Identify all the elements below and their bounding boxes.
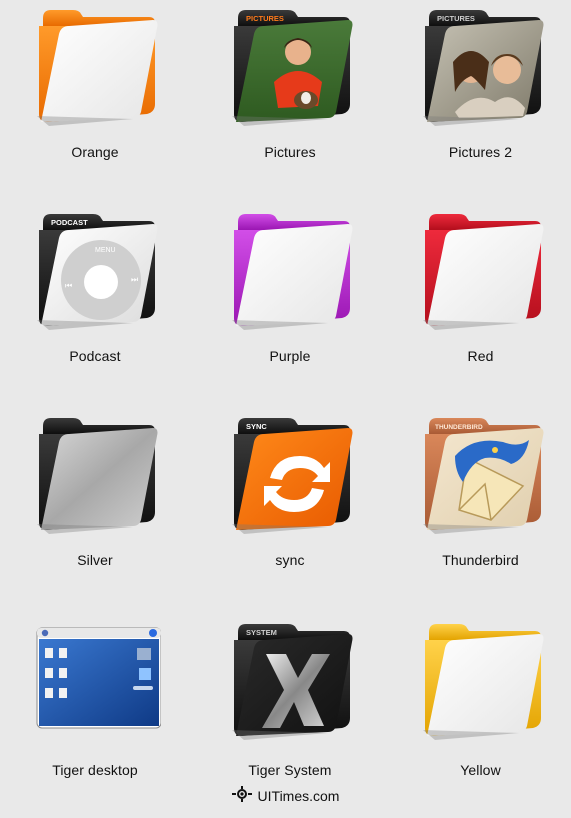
watermark-text: UITimes.com bbox=[257, 788, 340, 804]
icon-purple[interactable]: Purple bbox=[190, 204, 390, 408]
folder-tiger-system-icon: SYSTEM bbox=[224, 618, 356, 744]
svg-text:PICTURES: PICTURES bbox=[437, 14, 475, 23]
tiger-desktop-icon bbox=[29, 618, 161, 744]
icon-label: Tiger desktop bbox=[52, 762, 138, 778]
icon-label: Pictures 2 bbox=[448, 144, 513, 160]
folder-sync-icon: SYNC bbox=[224, 412, 356, 538]
icon-sync[interactable]: SYNC sync bbox=[190, 408, 390, 612]
icon-label: Yellow bbox=[460, 762, 501, 778]
svg-text:PODCAST: PODCAST bbox=[51, 218, 88, 227]
icon-pictures-2[interactable]: PICTURES Pictures 2 bbox=[390, 0, 571, 204]
icon-label: Thunderbird bbox=[442, 552, 519, 568]
icon-thunderbird[interactable]: THUNDERBIRD Thunderbird bbox=[390, 408, 571, 612]
icon-label: Silver bbox=[77, 552, 113, 568]
icon-yellow[interactable]: Yellow bbox=[390, 612, 571, 794]
svg-text:THUNDERBIRD: THUNDERBIRD bbox=[435, 424, 483, 431]
svg-text:PICTURES: PICTURES bbox=[246, 14, 284, 23]
svg-text:⏮: ⏮ bbox=[65, 281, 72, 290]
icon-tiger-desktop[interactable]: Tiger desktop bbox=[0, 612, 190, 794]
watermark: UITimes.com bbox=[0, 785, 571, 807]
watermark-logo-icon bbox=[231, 785, 252, 807]
icon-label: Podcast bbox=[69, 348, 121, 364]
icon-tiger-system[interactable]: SYSTEM Tiger System bbox=[190, 612, 390, 794]
folder-purple-icon bbox=[224, 208, 356, 334]
icon-red[interactable]: Red bbox=[390, 204, 571, 408]
svg-text:MENU: MENU bbox=[95, 247, 116, 254]
folder-pictures-icon: PICTURES bbox=[224, 4, 356, 130]
folder-yellow-icon bbox=[415, 618, 547, 744]
svg-text:SYNC: SYNC bbox=[246, 422, 267, 431]
folder-pictures-2-icon: PICTURES bbox=[415, 4, 547, 130]
icon-label: Tiger System bbox=[248, 762, 332, 778]
icon-silver[interactable]: Silver bbox=[0, 408, 190, 612]
icon-label: Pictures bbox=[264, 144, 316, 160]
icon-pictures[interactable]: PICTURES Pictures bbox=[190, 0, 390, 204]
svg-text:SYSTEM: SYSTEM bbox=[246, 628, 277, 637]
icon-label: sync bbox=[275, 552, 305, 568]
svg-text:⏭: ⏭ bbox=[131, 275, 138, 284]
folder-thunderbird-icon: THUNDERBIRD bbox=[415, 412, 547, 538]
folder-red-icon bbox=[415, 208, 547, 334]
icon-grid: Orange PICTURES Pictures PICTURES Pictur… bbox=[0, 0, 571, 790]
folder-orange-icon bbox=[29, 4, 161, 130]
icon-label: Orange bbox=[71, 144, 119, 160]
icon-label: Red bbox=[467, 348, 494, 364]
folder-silver-icon bbox=[29, 412, 161, 538]
folder-podcast-icon: PODCAST MENU ⏮ ⏭ bbox=[29, 208, 161, 334]
icon-label: Purple bbox=[269, 348, 311, 364]
icon-orange[interactable]: Orange bbox=[0, 0, 190, 204]
icon-podcast[interactable]: PODCAST MENU ⏮ ⏭ Podcast bbox=[0, 204, 190, 408]
